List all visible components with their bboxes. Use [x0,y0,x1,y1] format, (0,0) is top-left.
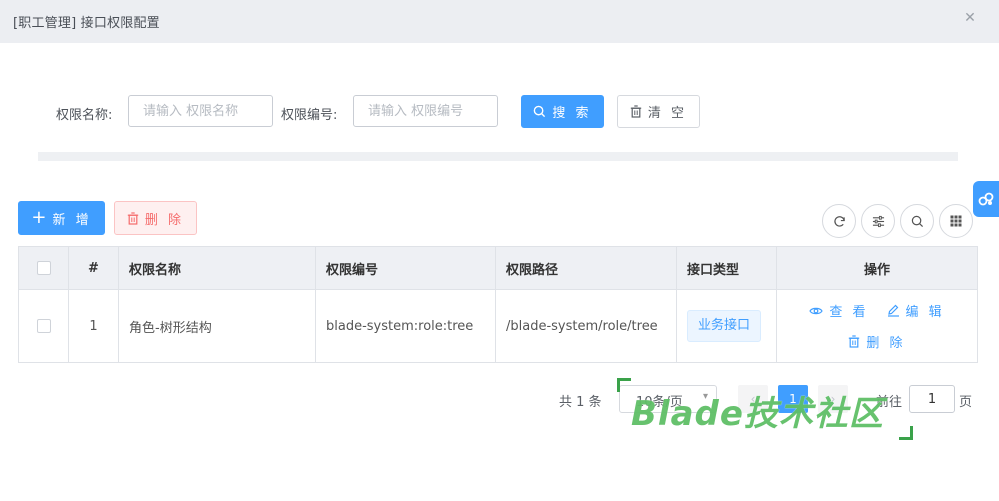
close-icon[interactable]: ✕ [962,10,978,26]
edit-link-label: 编 辑 [905,305,945,320]
dialog-title: [职工管理] 接口权限配置 [13,16,160,31]
clear-button-label: 清 空 [647,106,688,121]
chevron-left-icon: ‹ [750,392,756,406]
column-header-name: 权限名称 [118,246,316,290]
row-type-cell: 业务接口 [676,289,777,363]
search-icon [911,215,923,227]
delete-link[interactable]: 删 除 [848,332,905,351]
permission-config-dialog: [职工管理] 接口权限配置 ✕ 权限名称: 权限编号: 搜 索 清 空 + 新 … [0,0,999,501]
delete-button[interactable]: 删 除 [114,201,197,235]
page-size-select[interactable]: 10条/页 ▾ [619,385,717,413]
toggle-search-button[interactable] [900,204,934,238]
row-select-cell [18,289,69,363]
view-link-label: 查 看 [829,305,869,320]
trash-icon [630,105,642,118]
search-button[interactable]: 搜 索 [521,95,604,128]
page-number-button[interactable]: 1 [778,385,808,413]
prev-page-button[interactable]: ‹ [738,385,768,413]
select-all-checkbox[interactable] [36,261,51,275]
edit-pencil-icon [887,304,899,317]
page-unit-label: 页 [959,395,973,410]
permission-name-input[interactable] [128,95,273,127]
permission-name-label: 权限名称: [56,108,113,123]
goto-page-input[interactable] [909,385,955,413]
refresh-button[interactable] [822,204,856,238]
table-header-row: # 权限名称 权限编号 权限路径 接口类型 操作 [18,246,978,290]
plus-icon: + [31,207,47,228]
column-header-path: 权限路径 [495,246,677,290]
chevron-right-icon: › [830,392,836,406]
trash-icon [127,211,139,225]
permission-code-input[interactable] [353,95,498,127]
grid-view-button[interactable] [939,204,973,238]
refresh-icon [833,215,845,227]
chevron-down-icon: ▾ [702,391,708,402]
side-float-tab[interactable] [973,181,999,217]
row-index: 1 [68,289,119,363]
column-settings-button[interactable] [861,204,895,238]
permission-table: # 权限名称 权限编号 权限路径 接口类型 操作 1 角色-树形结构 blade… [18,246,978,363]
eye-icon [809,307,824,314]
column-header-code: 权限编号 [315,246,496,290]
add-button[interactable]: + 新 增 [18,201,105,235]
watermark-corner-bottom-right [899,426,913,440]
row-permission-name: 角色-树形结构 [118,289,316,363]
search-form: 权限名称: 权限编号: 搜 索 清 空 [0,43,999,163]
current-page-number: 1 [789,392,797,406]
row-permission-code: blade-system:role:tree [315,289,496,363]
search-icon [534,105,546,118]
page-size-value: 10条/页 [636,395,683,410]
search-button-label: 搜 索 [552,106,592,121]
link-icon [978,192,994,206]
dialog-header: [职工管理] 接口权限配置 ✕ [0,0,999,43]
next-page-button[interactable]: › [818,385,848,413]
delete-link-label: 删 除 [866,336,906,351]
permission-code-label: 权限编号: [281,108,338,123]
add-button-label: 新 增 [52,212,92,228]
column-header-type: 接口类型 [676,246,777,290]
clear-button[interactable]: 清 空 [617,95,700,128]
row-checkbox[interactable] [36,319,51,333]
row-permission-path: /blade-system/role/tree [495,289,677,363]
filter-settings-icon [872,215,884,227]
table-row: 1 角色-树形结构 blade-system:role:tree /blade-… [18,289,978,363]
trash-icon [849,335,860,348]
column-header-actions: 操作 [776,246,978,290]
view-link[interactable]: 查 看 [809,301,868,320]
interface-type-tag: 业务接口 [687,310,762,342]
grid-columns-icon [950,215,962,227]
pagination-total: 共 1 条 [559,395,602,410]
column-header-index: # [68,246,119,290]
delete-button-label: 删 除 [144,212,185,228]
row-actions-cell: 查 看 编 辑 删 除 [776,289,978,363]
search-divider [38,152,958,161]
edit-link[interactable]: 编 辑 [887,301,945,320]
select-all-header [18,246,69,290]
goto-label: 前往 [876,395,903,410]
